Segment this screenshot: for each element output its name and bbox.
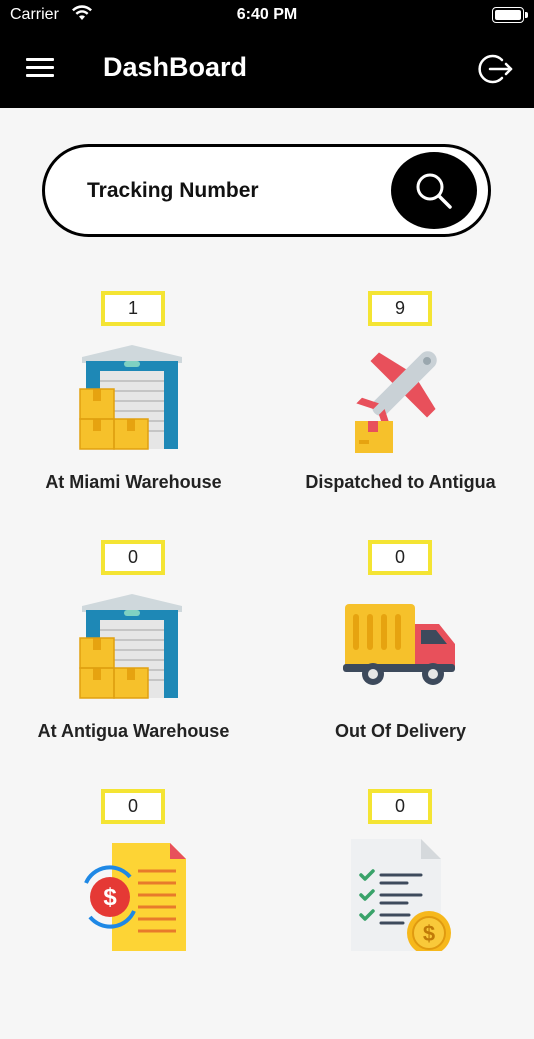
status-bar: Carrier 6:40 PM xyxy=(0,0,534,30)
search-icon xyxy=(416,173,452,209)
warehouse-icon xyxy=(76,590,188,702)
status-count: 0 xyxy=(368,789,432,824)
status-count: 0 xyxy=(101,789,165,824)
svg-text:$: $ xyxy=(423,921,435,946)
tracking-search-bar: Tracking Number xyxy=(42,144,491,237)
status-tile-antigua-warehouse[interactable]: 0 At Antigua Warehouse xyxy=(0,540,267,790)
search-button[interactable] xyxy=(391,152,477,229)
delivery-truck-icon xyxy=(343,590,455,702)
status-count: 1 xyxy=(101,291,165,326)
warehouse-icon xyxy=(76,341,188,453)
airplane-icon xyxy=(343,341,455,453)
status-count: 0 xyxy=(368,540,432,575)
status-label: Out Of Delivery xyxy=(334,721,467,741)
status-label: At Miami Warehouse xyxy=(45,472,222,492)
status-label: Dispatched to Antigua xyxy=(305,472,496,492)
invoice-checklist-icon: $ xyxy=(343,839,455,955)
svg-text:$: $ xyxy=(103,884,117,911)
status-count: 0 xyxy=(101,540,165,575)
status-tile-out-of-delivery[interactable]: 0 Out Of Delivery xyxy=(267,540,534,790)
page-title: DashBoard xyxy=(103,52,248,82)
payment-document-icon: $ xyxy=(76,839,188,951)
status-time: 6:40 PM xyxy=(236,6,298,23)
status-count: 9 xyxy=(368,291,432,326)
tracking-number-input[interactable]: Tracking Number xyxy=(87,179,259,203)
status-tile-miami-warehouse[interactable]: 1 At Miami Warehouse xyxy=(0,291,267,541)
battery-icon xyxy=(492,7,528,23)
nav-bar: DashBoard xyxy=(0,30,534,108)
menu-icon[interactable] xyxy=(26,58,54,78)
status-tile-dispatched[interactable]: 9 Dispatched to Antigua xyxy=(267,291,534,541)
logout-icon[interactable] xyxy=(478,52,514,86)
status-label: At Antigua Warehouse xyxy=(37,721,230,741)
status-tile-payment[interactable]: 0 $ xyxy=(0,789,267,1039)
status-tile-invoice[interactable]: 0 $ xyxy=(267,789,534,1039)
